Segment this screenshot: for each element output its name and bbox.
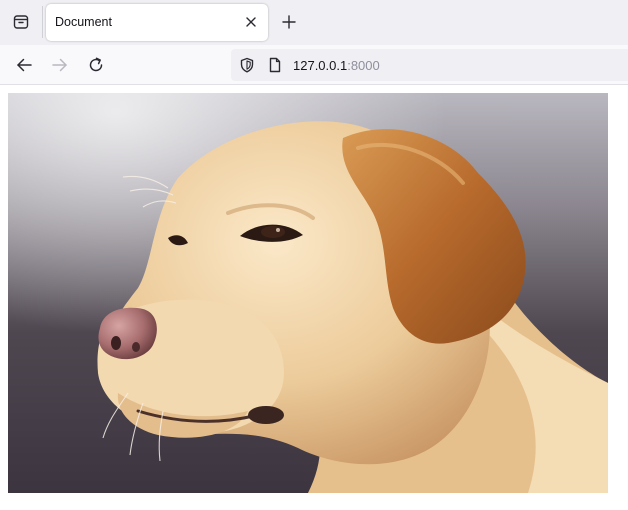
tracking-protection-button[interactable] (238, 56, 256, 74)
reload-icon (89, 57, 103, 72)
page-content (0, 86, 628, 510)
page-icon (269, 57, 281, 73)
new-tab-button[interactable] (279, 12, 299, 32)
forward-button[interactable] (49, 54, 71, 76)
tab-divider (42, 6, 43, 38)
shield-icon (240, 57, 254, 73)
address-bar[interactable]: 127.0.0.1:8000 (231, 49, 628, 81)
tab-close-button[interactable] (242, 13, 260, 31)
arrow-left-icon (17, 58, 32, 72)
url-host: 127.0.0.1 (293, 58, 348, 73)
tab-title: Document (55, 15, 112, 29)
labrador-illustration (8, 93, 608, 493)
plus-icon (282, 15, 296, 29)
url-text[interactable]: 127.0.0.1:8000 (293, 58, 380, 73)
dog-photo (8, 93, 608, 493)
navigation-toolbar: 127.0.0.1:8000 (0, 45, 628, 85)
page-info-button[interactable] (267, 56, 283, 74)
back-button[interactable] (13, 54, 35, 76)
tab-overview-button[interactable] (0, 3, 42, 41)
tab-overview-icon (13, 15, 29, 29)
tab-strip: Document (0, 0, 628, 45)
close-icon (246, 17, 256, 27)
tab-document[interactable]: Document (46, 4, 268, 41)
url-port: :8000 (347, 58, 380, 73)
reload-button[interactable] (85, 54, 107, 76)
arrow-right-icon (52, 58, 67, 72)
